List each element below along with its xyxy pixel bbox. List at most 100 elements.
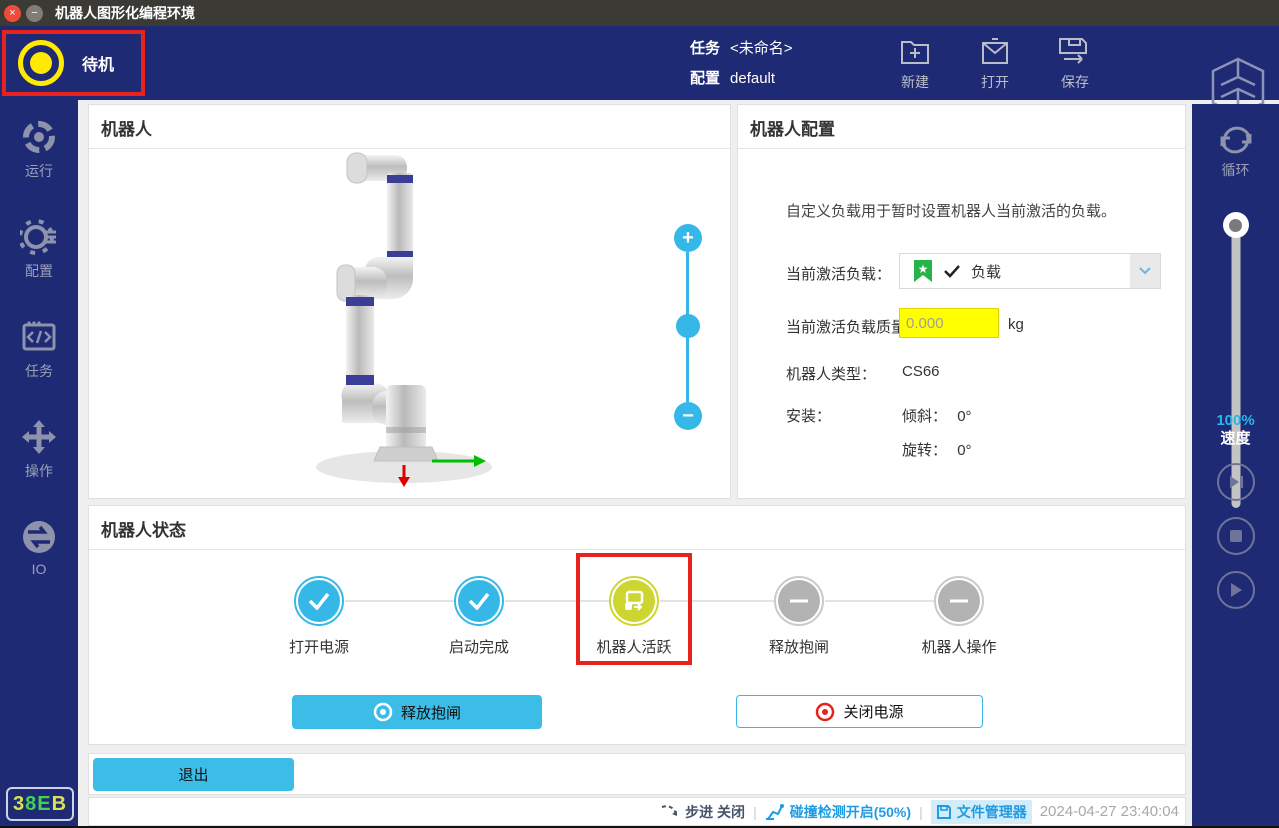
task-label: 任务 <box>690 40 720 57</box>
loop-icon <box>1216 120 1256 160</box>
config-label: 配置 <box>690 70 720 87</box>
status-panel-title: 机器人状态 <box>89 506 1185 549</box>
sidebar-item-config[interactable]: 配置 <box>0 218 78 290</box>
exit-button-label: 退出 <box>178 764 208 785</box>
step-mode-toggle[interactable]: 步进 关闭 <box>660 802 745 822</box>
step-startup-complete: 启动完成 <box>419 576 539 657</box>
rotation-value: 0° <box>957 442 971 459</box>
task-value: <未命名> <box>730 40 793 57</box>
exit-button[interactable]: 退出 <box>93 758 294 791</box>
sidebar-item-label: 任务 <box>25 361 53 381</box>
robot-config-panel: 机器人配置 自定义负载用于暂时设置机器人当前激活的负载。 当前激活负载： ★ 负… <box>737 104 1186 499</box>
release-brake-button[interactable]: 释放抱闸 <box>292 695 542 729</box>
step-release-brake: 释放抱闸 <box>739 576 859 657</box>
sidebar-item-run[interactable]: 运行 <box>0 118 78 190</box>
gear-icon <box>20 218 58 256</box>
config-value: default <box>730 70 775 87</box>
window-title: 机器人图形化编程环境 <box>55 3 195 23</box>
record-circle-icon <box>815 702 835 722</box>
file-manager-label: 文件管理器 <box>957 802 1027 822</box>
speed-label: 速度 <box>1192 430 1279 448</box>
open-button[interactable]: 打开 <box>963 34 1027 96</box>
sidebar-item-label: 操作 <box>25 461 53 481</box>
check-icon <box>943 264 961 278</box>
payload-description: 自定义负载用于暂时设置机器人当前激活的负载。 <box>786 200 1116 221</box>
active-step-annotation <box>576 553 692 665</box>
payload-dropdown-value: 负载 <box>971 261 1001 282</box>
save-button-label: 保存 <box>1061 72 1089 92</box>
save-button[interactable]: 保存 <box>1043 34 1107 96</box>
zoom-in-button[interactable]: + <box>674 224 702 252</box>
left-sidebar: 运行 配置 任务 操作 IO 38EB <box>0 100 78 828</box>
new-folder-icon <box>898 34 932 68</box>
divider <box>738 148 1185 149</box>
separator: | <box>753 804 757 820</box>
bookmark-star-icon: ★ <box>913 259 933 283</box>
chevron-down-icon[interactable] <box>1130 254 1160 288</box>
record-circle-icon <box>373 702 393 722</box>
code-window-icon <box>20 318 58 356</box>
run-icon <box>20 118 58 156</box>
task-config-info: 任务 <未命名> 配置 default <box>690 34 793 94</box>
exit-row: 退出 <box>88 753 1186 795</box>
step-label: 机器人操作 <box>921 636 996 657</box>
payload-dropdown[interactable]: ★ 负载 <box>899 253 1161 289</box>
robot-status-panel: 机器人状态 打开电源 启动完成 机器人活跃 释放抱闸 <box>88 505 1186 745</box>
play-icon <box>1229 582 1243 598</box>
mount-label: 安装： <box>786 405 831 426</box>
step-label: 释放抱闸 <box>769 636 829 657</box>
collision-detection-toggle[interactable]: 碰撞检测开启(50%) <box>765 802 911 822</box>
standby-status-label: 待机 <box>82 51 114 75</box>
save-icon <box>1058 34 1092 68</box>
step-mode-label: 步进 关闭 <box>685 802 745 822</box>
config-panel-title: 机器人配置 <box>738 105 1185 148</box>
new-button[interactable]: 新建 <box>883 34 947 96</box>
clock-timestamp: 2024-04-27 23:40:04 <box>1040 803 1179 820</box>
loop-button[interactable]: 循环 <box>1192 120 1279 180</box>
check-icon <box>307 592 331 610</box>
minus-icon <box>948 598 970 604</box>
step-mode-icon <box>660 804 680 820</box>
svg-text:★: ★ <box>918 262 929 276</box>
sidebar-item-label: IO <box>32 561 47 577</box>
separator: | <box>919 804 923 820</box>
open-icon <box>978 34 1012 68</box>
standby-indicator-icon[interactable] <box>18 40 64 86</box>
tilt-value: 0° <box>957 408 971 425</box>
play-button[interactable] <box>1217 571 1255 609</box>
sidebar-item-operate[interactable]: 操作 <box>0 418 78 490</box>
rotation-label: 旋转： <box>902 442 947 459</box>
rotation-row: 旋转： 0° <box>902 439 972 460</box>
collision-icon <box>765 803 785 821</box>
zoom-out-button[interactable]: − <box>674 402 702 430</box>
stop-button[interactable] <box>1217 517 1255 555</box>
sidebar-item-io[interactable]: IO <box>0 518 78 590</box>
payload-mass-input[interactable] <box>899 308 999 338</box>
file-manager-icon <box>936 804 952 820</box>
zoom-slider-track-lower[interactable] <box>686 338 689 402</box>
app-header: 待机 任务 <未命名> 配置 default 新建 打开 保存 <box>0 26 1279 100</box>
tilt-row: 倾斜： 0° <box>902 405 972 426</box>
open-button-label: 打开 <box>981 72 1009 92</box>
check-icon <box>467 592 491 610</box>
close-icon[interactable]: × <box>4 5 21 22</box>
robot-type-value: CS66 <box>902 363 940 380</box>
divider <box>89 549 1185 550</box>
move-arrows-icon <box>20 418 58 456</box>
step-forward-button[interactable] <box>1217 463 1255 501</box>
zoom-slider-handle[interactable] <box>676 314 700 338</box>
speed-slider-handle[interactable] <box>1223 212 1249 238</box>
minimize-icon[interactable]: − <box>26 5 43 22</box>
tilt-label: 倾斜： <box>902 408 947 425</box>
robot-3d-view[interactable] <box>294 147 524 497</box>
step-label: 打开电源 <box>289 636 349 657</box>
robot-type-label: 机器人类型： <box>786 363 876 384</box>
loop-label: 循环 <box>1222 160 1250 180</box>
file-manager-button[interactable]: 文件管理器 <box>931 800 1032 824</box>
status-bar: 步进 关闭 | 碰撞检测开启(50%) | 文件管理器 2024-04-27 2… <box>88 797 1186 826</box>
step-robot-operate: 机器人操作 <box>899 576 1019 657</box>
sidebar-item-task[interactable]: 任务 <box>0 318 78 390</box>
speed-value: 100% <box>1192 412 1279 430</box>
power-off-button[interactable]: 关闭电源 <box>736 695 983 728</box>
stop-icon <box>1229 529 1243 543</box>
